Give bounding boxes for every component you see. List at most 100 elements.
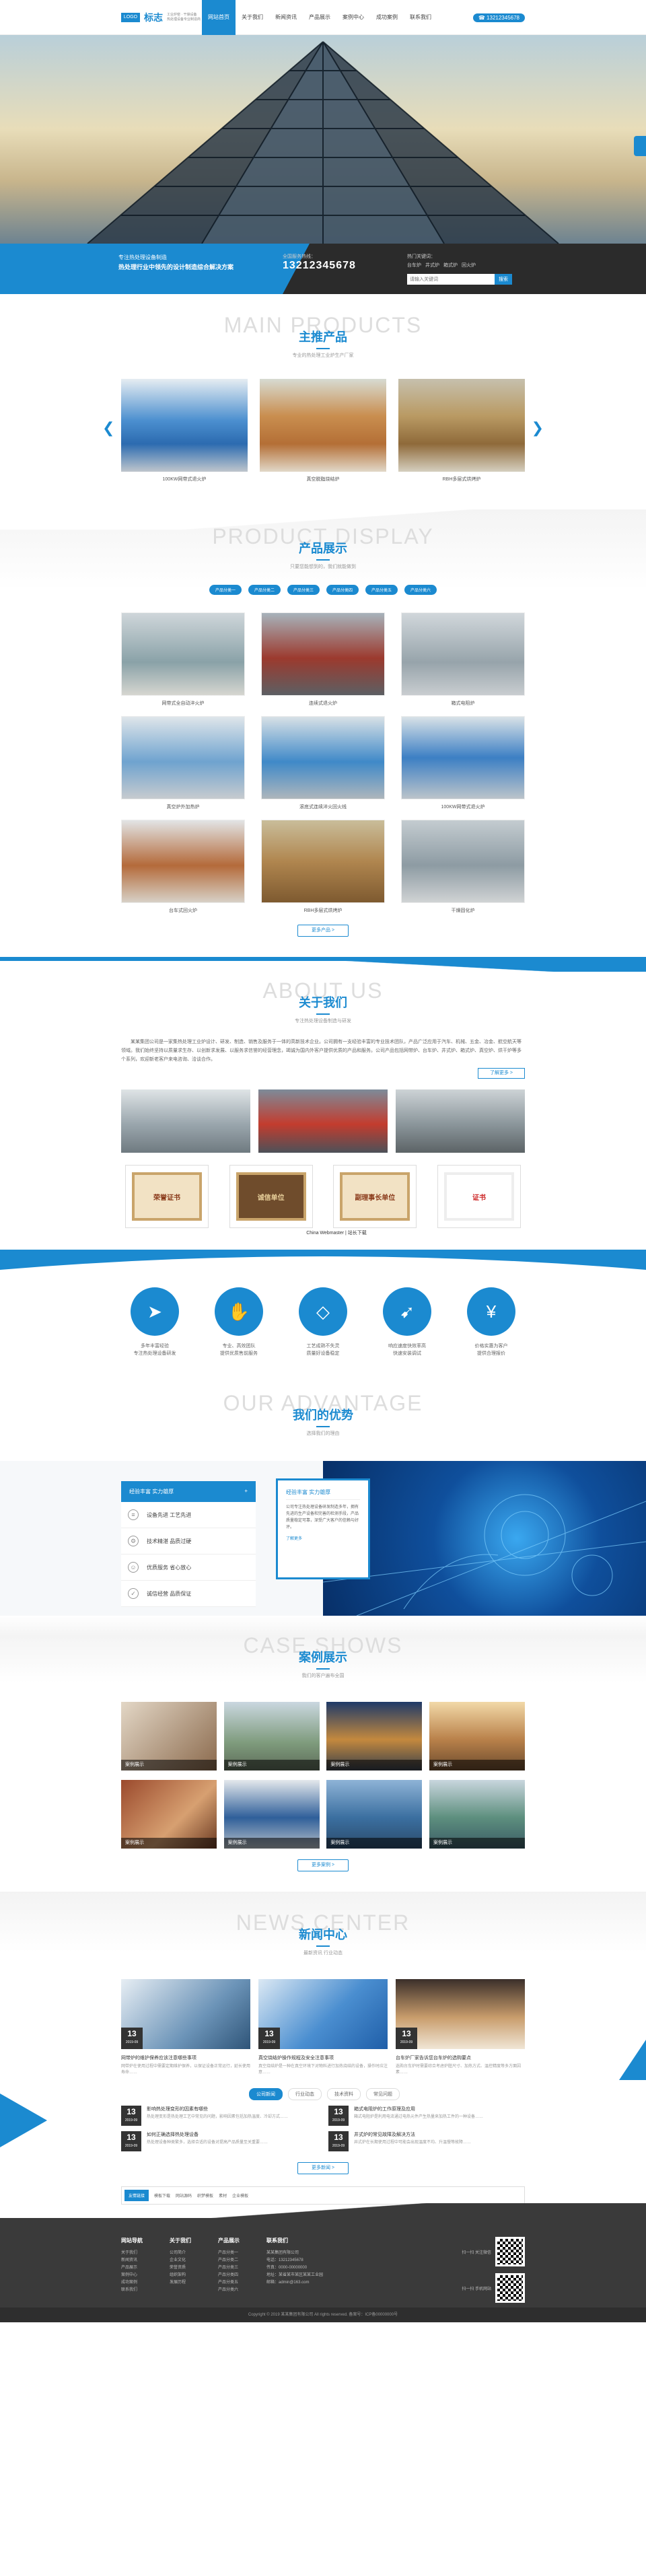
keyword-link[interactable]: 台车炉 [407,262,421,269]
category-tab[interactable]: 产品分类四 [326,585,359,595]
layers-icon: ≡ [128,1509,139,1520]
category-tab[interactable]: 产品分类五 [365,585,398,595]
news-card[interactable]: 13 2019-09 网带炉的维护保养应该注意哪些事项 网带炉在使用过程中需要定期… [121,1979,250,2076]
news-tab[interactable]: 常见问题 [366,2088,400,2100]
case-card[interactable]: 案例展示 [223,1780,320,1849]
category-tab[interactable]: 产品分类三 [287,585,320,595]
footer-link[interactable]: 成功案例 [121,2279,143,2287]
footer-column-title: 关于我们 [170,2238,191,2244]
footer-link[interactable]: 案例中心 [121,2272,143,2279]
product-card[interactable]: 真空脱脂烧结炉 [260,379,386,482]
advantage-menu-item[interactable]: ⚙ 技术精湛 品质过硬 [121,1528,256,1554]
keyword-link[interactable]: 箱式炉 [443,262,458,269]
footer-column-title: 产品展示 [218,2238,240,2244]
news-list-item[interactable]: 13 2019-09 井式炉的常见故障及解决方法 井式炉在长期使用过程中可能会出现温度… [328,2131,525,2151]
friend-link[interactable]: 织梦模板 [197,2192,213,2198]
case-card[interactable]: 案例展示 [121,1780,217,1849]
news-tab[interactable]: 公司新闻 [249,2088,283,2100]
advantage-menu-item[interactable]: ✓ 诚信经营 品质保证 [121,1581,256,1607]
friend-link[interactable]: 企业模板 [232,2192,248,2198]
category-tab[interactable]: 产品分类一 [209,585,242,595]
handshake-icon: ✓ [128,1588,139,1599]
more-news-button[interactable]: 更多新闻 > [297,2162,349,2174]
footer-link[interactable]: 产品分类四 [218,2272,240,2279]
side-float-button[interactable] [634,136,646,156]
product-card[interactable]: 箱式电阻炉 [401,612,525,707]
more-products-button[interactable]: 更多产品 > [297,925,349,937]
friend-link[interactable]: 网站源码 [176,2192,192,2198]
case-card[interactable]: 案例展示 [429,1780,525,1849]
nav-item-about[interactable]: 关于我们 [236,0,269,35]
advantage-menu-header[interactable]: 经验丰富 实力雄厚 + [121,1481,256,1502]
search-input[interactable] [407,274,495,285]
product-card[interactable]: 真空炉外加热炉 [121,716,245,810]
search-button[interactable]: 搜索 [495,274,512,285]
product-card[interactable]: RBH多层式烘烤炉 [261,820,385,914]
friend-link[interactable]: 素材 [219,2192,227,2198]
category-tab[interactable]: 产品分类二 [248,585,281,595]
info-bar: 专注热处理设备制造 热处理行业中领先的设计制造综合解决方案 全国服务热线： 13… [0,244,646,294]
footer-link[interactable]: 产品展示 [121,2264,143,2272]
footer-link[interactable]: 联系我们 [121,2287,143,2294]
category-tab[interactable]: 产品分类六 [404,585,437,595]
product-card[interactable]: 台车式回火炉 [121,820,245,914]
footer-link[interactable]: 组织架构 [170,2272,191,2279]
product-caption: 网带式全自动淬火炉 [162,701,205,706]
news-list-item[interactable]: 13 2019-09 如何正确选择热处理设备 热处理设备种类繁多，选择合适的设备对提高… [121,2131,318,2151]
header-phone[interactable]: ☎ 13212345678 [472,13,525,22]
footer-link[interactable]: 荣誉资质 [170,2264,191,2272]
case-card[interactable]: 案例展示 [326,1780,423,1849]
keyword-link[interactable]: 井式炉 [425,262,439,269]
advantage-card-more-link[interactable]: 了解更多 [286,1535,360,1541]
nav-item-products[interactable]: 产品展示 [303,0,336,35]
advantage-menu-item[interactable]: ≡ 设备先进 工艺先进 [121,1502,256,1528]
footer-link[interactable]: 公司简介 [170,2250,191,2257]
nav-item-contact[interactable]: 联系我们 [404,0,437,35]
footer-link[interactable]: 产品分类五 [218,2279,240,2287]
footer-link[interactable]: 发展历程 [170,2279,191,2287]
footer-link[interactable]: 产品分类三 [218,2264,240,2272]
case-card[interactable]: 案例展示 [326,1702,423,1770]
news-list-item[interactable]: 13 2019-09 影响热处理变形的因素有哪些 热处理变形是热处理工艺中常见的问题，… [121,2106,318,2126]
product-card[interactable]: 滚底式连续淬火回火线 [261,716,385,810]
logo[interactable]: LOGO 标志 工业炉窑 · 干燥设备 热处理设备专业制造商 [121,11,202,24]
plus-icon: + [244,1488,248,1494]
keyword-link[interactable]: 回火炉 [462,262,476,269]
nav-item-home[interactable]: 网站首页 [202,0,236,35]
nav-item-cases[interactable]: 案例中心 [336,0,370,35]
certificate[interactable]: 诚信单位 [229,1165,313,1228]
case-card[interactable]: 案例展示 [429,1702,525,1770]
advantage-menu-item[interactable]: ☺ 优质服务 省心放心 [121,1554,256,1581]
paper-plane-icon: ➤ [131,1287,179,1336]
certificate[interactable]: 荣誉证书 [125,1165,209,1228]
footer-link[interactable]: 新闻资讯 [121,2257,143,2264]
certificate[interactable]: 副理事长单位 [333,1165,417,1228]
prev-arrow-icon[interactable]: ❮ [102,419,114,437]
next-arrow-icon[interactable]: ❯ [532,419,544,437]
nav-item-success[interactable]: 成功案例 [370,0,404,35]
about-more-button[interactable]: 了解更多 > [478,1068,525,1079]
product-card[interactable]: 干燥固化炉 [401,820,525,914]
footer-link[interactable]: 企业文化 [170,2257,191,2264]
product-card[interactable]: 网带式全自动淬火炉 [121,612,245,707]
news-tab[interactable]: 行业动态 [288,2088,322,2100]
friend-link[interactable]: 模板下载 [154,2192,170,2198]
footer-link[interactable]: 产品分类一 [218,2250,240,2257]
product-card[interactable]: 连续式退火炉 [261,612,385,707]
news-card[interactable]: 13 2019-09 台车炉厂家告诉您台车炉的选购要点 选购台车炉时需要综合考虑炉… [396,1979,525,2076]
footer-link[interactable]: 产品分类六 [218,2287,240,2294]
footer-link[interactable]: 产品分类二 [218,2257,240,2264]
nav-item-news[interactable]: 新闻资讯 [269,0,303,35]
news-card[interactable]: 13 2019-09 真空烧结炉操作规程及安全注意事项 真空烧结炉是一种在真空环境… [258,1979,388,2076]
case-card[interactable]: 案例展示 [121,1702,217,1770]
news-list-item[interactable]: 13 2019-09 箱式电阻炉的工作原理及应用 箱式电阻炉是利用电流通过电热元件产生… [328,2106,525,2126]
product-card[interactable]: 100KW网带式退火炉 [401,716,525,810]
certificate[interactable]: 证书 [437,1165,521,1228]
product-card[interactable]: 100KW网带式退火炉 [121,379,248,482]
news-tab[interactable]: 技术资料 [327,2088,361,2100]
product-card[interactable]: RBH多层式烘烤炉 [398,379,525,482]
more-cases-button[interactable]: 更多案例 > [297,1859,349,1871]
case-card[interactable]: 案例展示 [223,1702,320,1770]
product-caption: RBH多层式烘烤炉 [303,908,343,913]
footer-link[interactable]: 关于我们 [121,2250,143,2257]
